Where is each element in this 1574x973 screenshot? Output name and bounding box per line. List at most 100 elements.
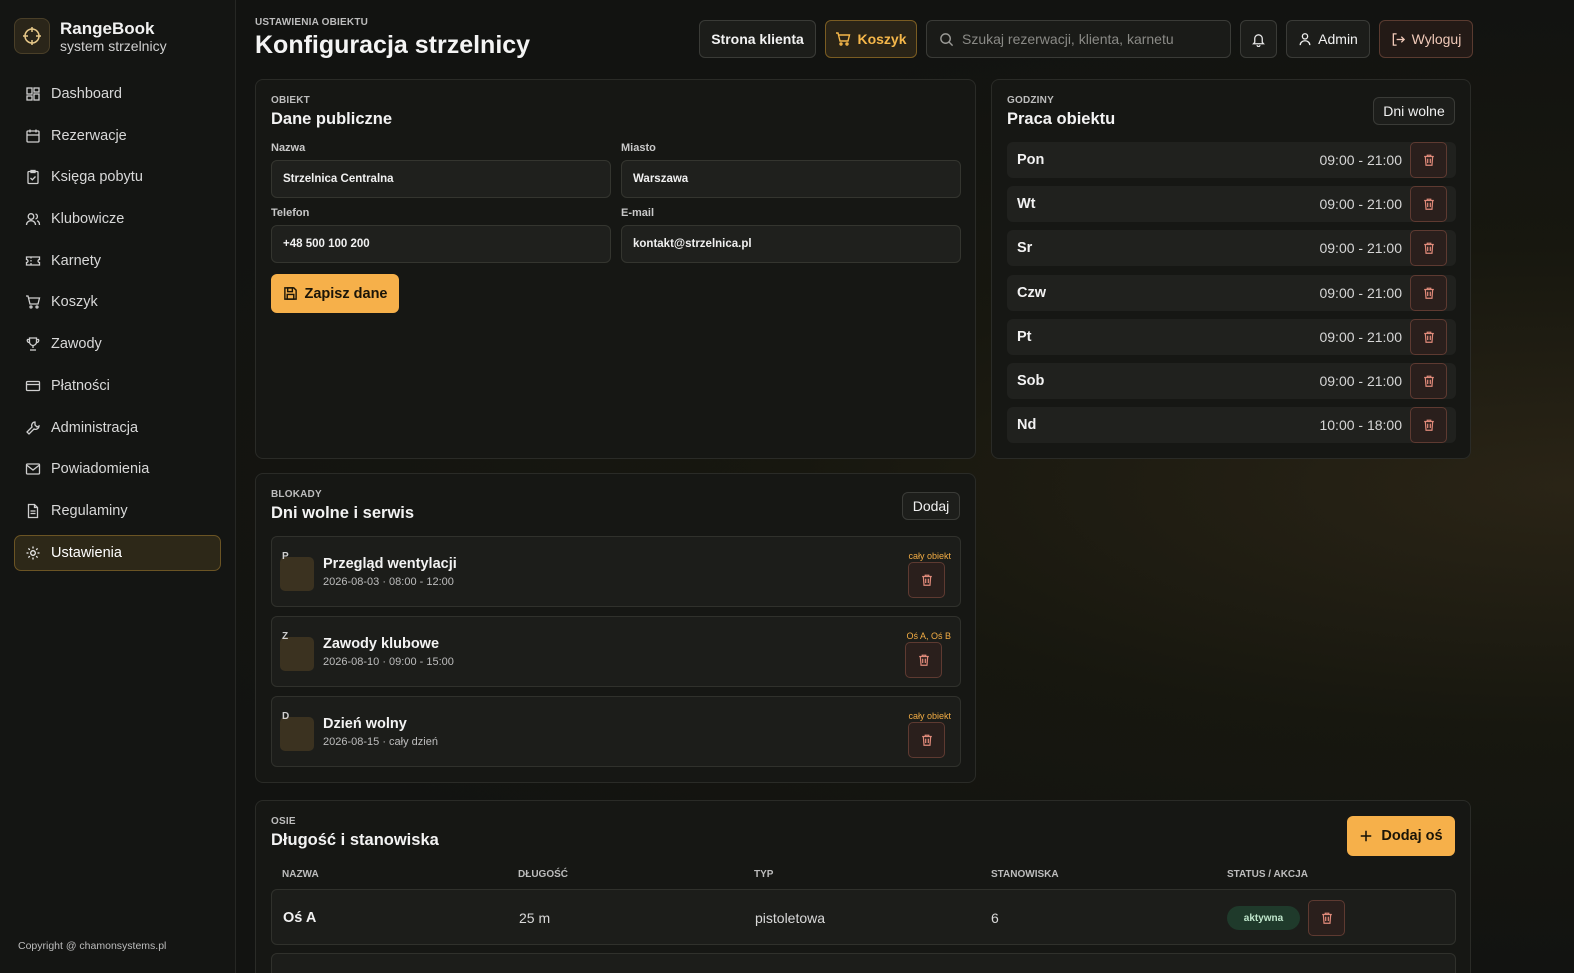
delete-hours-button[interactable] [1410, 275, 1447, 311]
clipboard-icon [25, 169, 41, 185]
hours-day: Sr [1017, 240, 1033, 256]
search-box[interactable] [926, 20, 1231, 58]
hours-row: Czw 09:00 - 21:00 [1007, 275, 1456, 311]
delete-hours-button[interactable] [1410, 186, 1447, 222]
hours-day: Czw [1017, 285, 1046, 301]
page-eyebrow: USTAWIENIA OBIEKTU [255, 17, 369, 28]
name-field[interactable]: Strzelnica Centralna [271, 160, 611, 198]
wrench-icon [25, 420, 41, 436]
column-header-length: DŁUGOŚĆ [518, 869, 568, 880]
trash-icon [1422, 286, 1436, 300]
sidebar-item-ustawienia[interactable]: Ustawienia [14, 534, 221, 571]
table-row[interactable]: Oś A 25 m pistoletowa 6 aktywna [271, 889, 1456, 945]
delete-hours-button[interactable] [1410, 230, 1447, 266]
delete-hours-button[interactable] [1410, 319, 1447, 355]
cart-icon [25, 294, 41, 310]
sidebar-item-rezerwacje[interactable]: Rezerwacje [14, 118, 221, 154]
delete-hours-button[interactable] [1410, 363, 1447, 399]
hours-time: 09:00 - 21:00 [1319, 152, 1402, 168]
delete-block-button[interactable] [908, 562, 945, 598]
delete-block-button[interactable] [908, 722, 945, 758]
hours-time: 10:00 - 18:00 [1319, 417, 1402, 433]
users-icon [25, 211, 41, 227]
sidebar-item-label: Klubowicze [51, 211, 125, 228]
list-item[interactable]: D Dzień wolny 2026-08-15 · cały dzień ca… [271, 696, 961, 767]
sidebar-item-platnosci[interactable]: Płatności [14, 368, 221, 404]
hours-time: 09:00 - 21:00 [1319, 329, 1402, 345]
cart-icon [835, 31, 851, 47]
brand[interactable]: RangeBook system strzelnicy [14, 18, 167, 54]
name-label: Nazwa [271, 142, 306, 154]
sidebar-item-koszyk[interactable]: Koszyk [14, 284, 221, 320]
delete-axis-button[interactable] [1308, 900, 1345, 936]
sidebar-item-karnety[interactable]: Karnety [14, 243, 221, 279]
list-item[interactable]: P Przegląd wentylacji 2026-08-03 · 08:00… [271, 536, 961, 607]
document-icon [25, 503, 41, 519]
topbar: Strona klienta Koszyk Admin Wyloguj [699, 20, 1473, 58]
add-block-button[interactable]: Dodaj [902, 492, 960, 520]
hours-day: Nd [1017, 417, 1037, 433]
logout-button[interactable]: Wyloguj [1379, 20, 1473, 58]
block-letter: Z [282, 631, 289, 642]
hours-row: Sob 09:00 - 21:00 [1007, 363, 1456, 399]
block-avatar [280, 717, 314, 751]
delete-hours-button[interactable] [1410, 407, 1447, 443]
search-input[interactable] [962, 31, 1222, 47]
admin-button[interactable]: Admin [1286, 20, 1370, 58]
card-title: Dane publiczne [271, 110, 393, 128]
cart-button[interactable]: Koszyk [825, 20, 917, 58]
sidebar-item-label: Rezerwacje [51, 127, 127, 144]
trash-icon [1422, 197, 1436, 211]
list-item[interactable]: Z Zawody klubowe 2026-08-10 · 09:00 - 15… [271, 616, 961, 687]
sidebar-item-klubowicze[interactable]: Klubowicze [14, 201, 221, 237]
hours-day: Wt [1017, 196, 1036, 212]
admin-button-label: Admin [1318, 31, 1358, 47]
main-content: USTAWIENIA OBIEKTU Konfiguracja strzelni… [236, 0, 1574, 973]
email-field[interactable]: kontakt@strzelnica.pl [621, 225, 961, 263]
trash-icon [917, 653, 931, 667]
sidebar-item-powiadomienia[interactable]: Powiadomienia [14, 451, 221, 487]
block-title: Przegląd wentylacji [323, 556, 457, 572]
sidebar-item-regulaminy[interactable]: Regulaminy [14, 493, 221, 529]
copyright: Copyright @ chamonsystems.pl [18, 940, 167, 952]
delete-block-button[interactable] [905, 642, 942, 678]
dashboard-icon [25, 86, 41, 102]
logout-icon [1391, 32, 1406, 47]
sidebar-item-label: Powiadomienia [51, 461, 150, 478]
sidebar-item-label: Zawody [51, 336, 102, 353]
delete-hours-button[interactable] [1410, 142, 1447, 178]
days-off-button[interactable]: Dni wolne [1373, 97, 1455, 125]
trash-icon [1422, 374, 1436, 388]
brand-subtitle: system strzelnicy [60, 37, 167, 54]
save-data-button[interactable]: Zapisz dane [271, 274, 399, 313]
trash-icon [1320, 911, 1334, 925]
trash-icon [920, 573, 934, 587]
hours-row: Pon 09:00 - 21:00 [1007, 142, 1456, 178]
client-page-button[interactable]: Strona klienta [699, 20, 816, 58]
blocks-card: BLOKADY Dni wolne i serwis Dodaj P Przeg… [255, 473, 976, 783]
city-field[interactable]: Warszawa [621, 160, 961, 198]
card-title: Długość i stanowiska [271, 831, 439, 849]
sidebar-item-ksiega-pobytu[interactable]: Księga pobytu [14, 159, 221, 195]
add-axis-button[interactable]: Dodaj oś [1347, 816, 1455, 856]
email-label: E-mail [621, 207, 655, 219]
user-icon [1298, 32, 1312, 46]
notifications-button[interactable] [1240, 20, 1277, 58]
sidebar-item-dashboard[interactable]: Dashboard [14, 76, 221, 112]
phone-field[interactable]: +48 500 100 200 [271, 225, 611, 263]
sidebar: RangeBook system strzelnicy Dashboard Re… [0, 0, 236, 973]
sidebar-item-administracja[interactable]: Administracja [14, 410, 221, 446]
block-title: Zawody klubowe [323, 636, 440, 652]
block-date: 2026-08-03 · 08:00 - 12:00 [323, 576, 454, 588]
sidebar-item-label: Dashboard [51, 86, 122, 102]
column-header-stations: STANOWISKA [991, 869, 1059, 880]
hours-time: 09:00 - 21:00 [1319, 285, 1402, 301]
sidebar-item-label: Administracja [51, 419, 139, 436]
page-title: Konfiguracja strzelnicy [255, 31, 531, 59]
axis-type: pistoletowa [755, 910, 826, 926]
card-eyebrow: OBIEKT [271, 95, 310, 106]
add-axis-label: Dodaj oś [1381, 828, 1443, 844]
sidebar-item-zawody[interactable]: Zawody [14, 326, 221, 362]
crosshair-logo-icon [14, 18, 50, 54]
table-row-partial[interactable] [271, 953, 1456, 973]
